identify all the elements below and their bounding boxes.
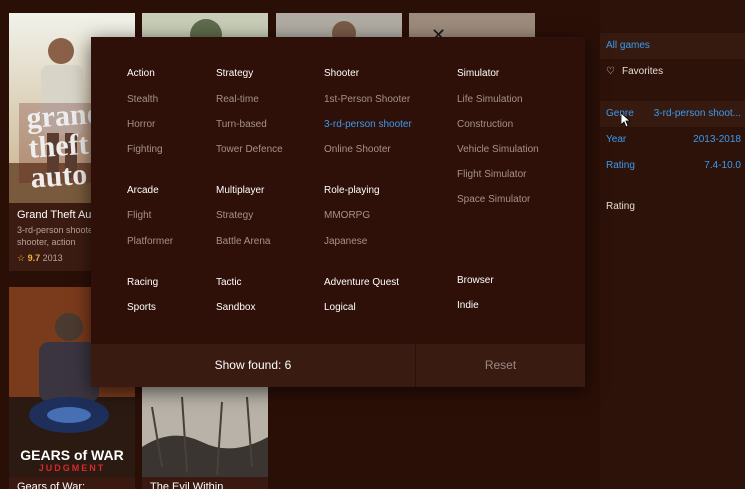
popup-footer: Show found: 6 Reset — [91, 344, 585, 387]
genre-simulator[interactable]: Simulator — [457, 68, 499, 79]
show-found-button[interactable]: Show found: 6 — [91, 344, 415, 387]
mouse-cursor-icon — [621, 113, 631, 128]
genre-real-time[interactable]: Real-time — [216, 94, 259, 105]
genre-fighting[interactable]: Fighting — [127, 144, 163, 155]
genre-vehicle-simulation[interactable]: Vehicle Simulation — [457, 144, 539, 155]
game-year: 2013 — [42, 253, 63, 263]
genre-japanese[interactable]: Japanese — [324, 236, 367, 247]
genre-tower-defence[interactable]: Tower Defence — [216, 144, 283, 155]
genre-flight-simulator[interactable]: Flight Simulator — [457, 169, 526, 180]
game-card-evil-within[interactable]: The Evil Within — [142, 387, 268, 489]
genre-filter-popup: Action Stealth Horror Fighting Arcade Fl… — [91, 37, 585, 387]
genre-turn-based[interactable]: Turn-based — [216, 119, 267, 130]
game-title: The Evil Within — [150, 481, 224, 489]
genre-adventure-quest[interactable]: Adventure Quest — [324, 277, 399, 288]
filter-year[interactable]: Year 2013-2018 — [600, 127, 745, 153]
game-genres: 3-rd-person shooter, — [17, 225, 99, 235]
genre-battle-arena[interactable]: Battle Arena — [216, 236, 270, 247]
genre-horror[interactable]: Horror — [127, 119, 155, 130]
reset-button[interactable]: Reset — [416, 344, 585, 387]
filter-rating[interactable]: Rating 7.4-10.0 — [600, 153, 745, 179]
svg-text:auto: auto — [29, 158, 88, 195]
genre-action[interactable]: Action — [127, 68, 155, 79]
all-games-link[interactable]: All games — [600, 33, 745, 59]
genre-sandbox[interactable]: Sandbox — [216, 302, 255, 313]
heart-icon: ♡ — [606, 66, 615, 77]
genre-browser[interactable]: Browser — [457, 275, 494, 286]
genre-space-simulator[interactable]: Space Simulator — [457, 194, 530, 205]
favorites-link[interactable]: ♡ Favorites — [600, 59, 745, 85]
game-title: Grand Theft Auto — [17, 209, 101, 221]
genre-3rd-person-shooter[interactable]: 3-rd-person shooter — [324, 119, 412, 130]
game-rating: 9.7 — [27, 253, 41, 263]
genre-role-playing[interactable]: Role-playing — [324, 185, 380, 196]
genre-mmorpg[interactable]: MMORPG — [324, 210, 370, 221]
game-rating-row: ☆ 9.7 2013 — [17, 252, 63, 264]
genre-racing[interactable]: Racing — [127, 277, 158, 288]
genre-stealth[interactable]: Stealth — [127, 94, 158, 105]
genre-flight[interactable]: Flight — [127, 210, 151, 221]
sort-rating[interactable]: Rating — [600, 194, 745, 220]
genre-arcade[interactable]: Arcade — [127, 185, 159, 196]
genre-shooter[interactable]: Shooter — [324, 68, 359, 79]
game-cover-art — [142, 387, 268, 477]
star-icon: ☆ — [17, 253, 26, 263]
genre-strategy[interactable]: Strategy — [216, 68, 253, 79]
genre-life-simulation[interactable]: Life Simulation — [457, 94, 523, 105]
genre-multiplayer[interactable]: Multiplayer — [216, 185, 264, 196]
genre-logical[interactable]: Logical — [324, 302, 356, 313]
gears-logo: GEARS of WAR JUDGMENT — [20, 447, 124, 473]
genre-online-shooter[interactable]: Online Shooter — [324, 144, 391, 155]
genre-construction[interactable]: Construction — [457, 119, 513, 130]
filter-sidebar: All games ♡ Favorites Genre 3-rd-person … — [600, 0, 745, 489]
game-genres: shooter, action — [17, 237, 76, 247]
genre-mp-strategy[interactable]: Strategy — [216, 210, 253, 221]
game-title: Gears of War: — [17, 481, 86, 489]
genre-1st-person-shooter[interactable]: 1st-Person Shooter — [324, 94, 410, 105]
genre-tactic[interactable]: Tactic — [216, 277, 242, 288]
genre-sports[interactable]: Sports — [127, 302, 156, 313]
genre-indie[interactable]: Indie — [457, 300, 479, 311]
genre-platformer[interactable]: Platformer — [127, 236, 173, 247]
